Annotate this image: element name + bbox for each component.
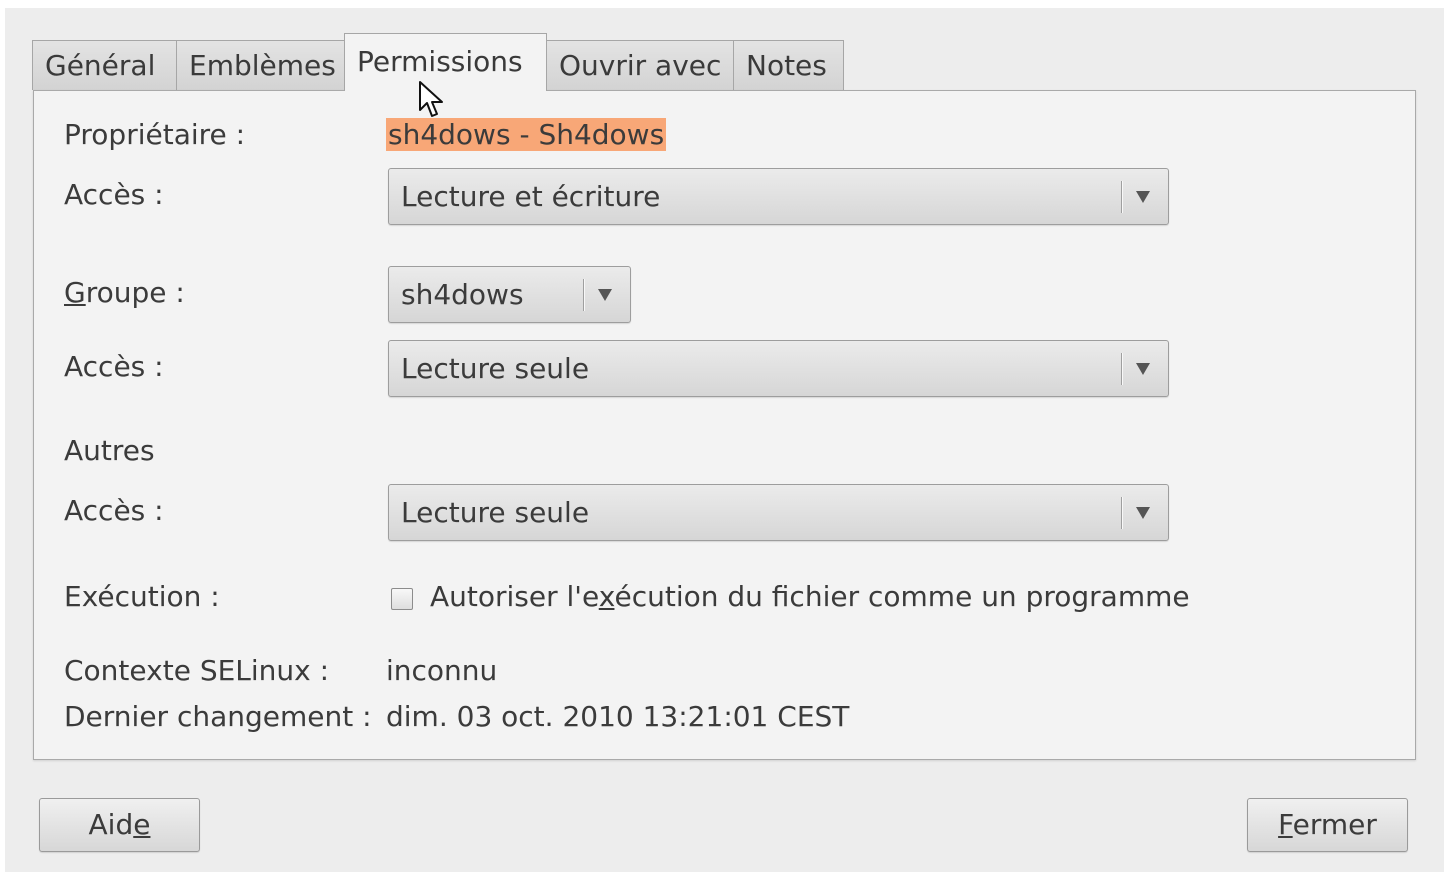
execute-label-after: écution du fichier comme un programme <box>614 580 1190 613</box>
tab-open-with-label: Ouvrir avec <box>559 49 722 82</box>
tab-permissions-label: Permissions <box>357 45 523 78</box>
execute-checkbox[interactable] <box>391 588 413 610</box>
execute-checkbox-label[interactable]: Autoriser l'exécution du fichier comme u… <box>430 580 1190 613</box>
owner-access-label: Accès : <box>64 178 164 211</box>
group-select[interactable]: sh4dows <box>388 266 631 323</box>
help-label-before: Aid <box>88 808 134 841</box>
tab-notes-label: Notes <box>746 49 827 82</box>
others-label: Autres <box>64 434 155 467</box>
group-access-value: Lecture seule <box>401 352 590 385</box>
selinux-value: inconnu <box>386 654 498 687</box>
combo-separator <box>1121 497 1122 529</box>
tab-notes[interactable]: Notes <box>733 40 844 90</box>
group-label-mnemonic: G <box>64 276 86 309</box>
combo-separator <box>583 279 584 311</box>
group-label: Groupe : <box>64 276 185 309</box>
properties-window: Général Emblèmes Permissions Ouvrir avec… <box>5 8 1444 872</box>
others-access-select[interactable]: Lecture seule <box>388 484 1169 541</box>
owner-name: sh4dows - Sh4dows <box>386 118 667 151</box>
owner-access-select[interactable]: Lecture et écriture <box>388 168 1169 225</box>
tab-emblems[interactable]: Emblèmes <box>176 40 346 90</box>
dropdown-arrow-icon <box>1136 191 1150 203</box>
dropdown-arrow-icon <box>1136 507 1150 519</box>
execute-label-mnemonic: x <box>598 580 615 613</box>
close-label-mnemonic: F <box>1278 808 1293 841</box>
owner-label: Propriétaire : <box>64 118 246 151</box>
execute-label-before: Autoriser l'e <box>430 580 599 613</box>
mouse-pointer-icon <box>419 81 443 117</box>
execution-label: Exécution : <box>64 580 220 613</box>
help-label-mnemonic: e <box>133 808 151 841</box>
tab-general-label: Général <box>45 49 156 82</box>
tab-emblems-label: Emblèmes <box>189 49 336 82</box>
group-access-label: Accès : <box>64 350 164 383</box>
close-button[interactable]: Fermer <box>1247 798 1408 852</box>
combo-separator <box>1121 353 1122 385</box>
group-access-select[interactable]: Lecture seule <box>388 340 1169 397</box>
close-label-after: ermer <box>1292 808 1377 841</box>
tab-general[interactable]: Général <box>32 40 177 90</box>
others-access-value: Lecture seule <box>401 496 590 529</box>
tab-open-with[interactable]: Ouvrir avec <box>546 40 735 90</box>
last-change-value: dim. 03 oct. 2010 13:21:01 CEST <box>386 700 850 733</box>
owner-access-value: Lecture et écriture <box>401 180 661 213</box>
selinux-label: Contexte SELinux : <box>64 654 330 687</box>
group-value: sh4dows <box>401 278 524 311</box>
help-button[interactable]: Aide <box>39 798 200 852</box>
owner-value: sh4dows - Sh4dows <box>386 118 667 151</box>
group-label-rest: roupe : <box>85 276 185 309</box>
combo-separator <box>1121 181 1122 213</box>
others-access-label: Accès : <box>64 494 164 527</box>
dropdown-arrow-icon <box>1136 363 1150 375</box>
dropdown-arrow-icon <box>598 289 612 301</box>
last-change-label: Dernier changement : <box>64 700 372 733</box>
